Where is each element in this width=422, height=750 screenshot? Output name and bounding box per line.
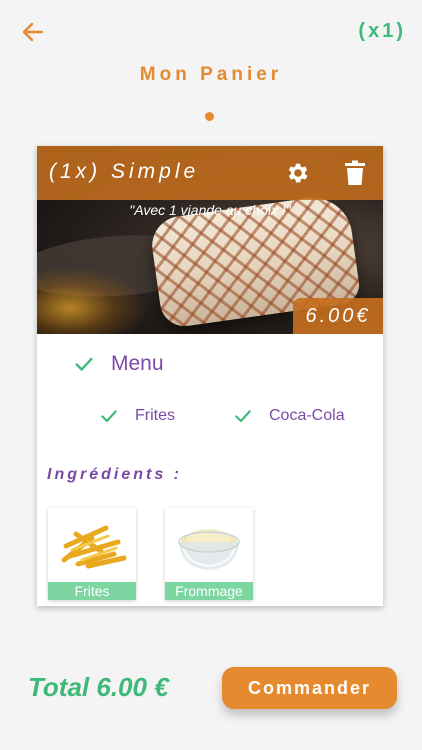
back-button[interactable] [18,18,48,46]
settings-button[interactable] [285,160,311,186]
delete-button[interactable] [343,160,367,186]
top-bar: (x1) [0,0,422,64]
total-price: Total 6.00 € [28,672,169,702]
order-button[interactable]: Commander [222,667,397,709]
item-price: 6.00€ [293,298,383,334]
check-icon [235,410,251,423]
check-icon [75,357,93,371]
menu-option-drink: Coca-Cola [233,406,345,426]
page-indicator-dot [205,112,214,121]
option-label: Coca-Cola [269,407,345,424]
gear-icon [288,163,308,183]
trash-icon [345,160,365,185]
ingredient-card-fries[interactable]: Frites [48,508,136,600]
cart-count: (x1) [358,20,406,42]
menu-option-fries: Frites [99,406,175,426]
ingredient-label: Frommage [165,582,253,600]
ingredient-card-cheese[interactable]: Frommage [165,508,253,600]
fries-image [48,508,136,582]
item-header: (1x) Simple [37,146,383,200]
menu-label: Menu [111,352,164,375]
item-tagline: "Avec 1 viande au choix !" [129,202,291,218]
ingredient-label: Frites [48,582,136,600]
item-image: (1x) Simple "Avec 1 viande au choix !" 6… [37,146,383,334]
menu-option: Menu [73,352,164,376]
arrow-left-icon [22,22,44,42]
cart-item-card: (1x) Simple "Avec 1 viande au choix !" 6… [37,146,383,606]
cheese-bowl-image [165,508,253,582]
item-title: (1x) Simple [49,160,200,183]
page-title: Mon Panier [139,64,283,85]
ingredients-heading: Ingrédients : [47,466,183,483]
check-icon [101,410,117,423]
option-label: Frites [135,407,175,424]
